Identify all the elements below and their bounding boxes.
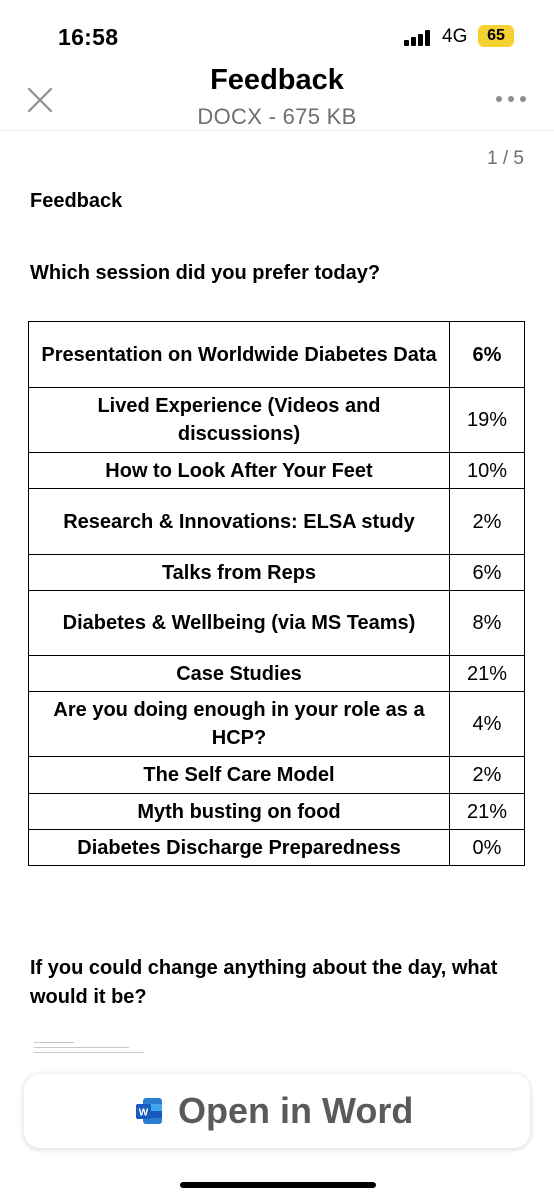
table-row: How to Look After Your Feet 10% bbox=[28, 452, 525, 489]
session-percent: 19% bbox=[449, 387, 525, 453]
session-name: Talks from Reps bbox=[28, 554, 450, 591]
session-percent: 21% bbox=[449, 655, 525, 692]
question-1: Which session did you prefer today? bbox=[30, 262, 381, 284]
session-percent: 6% bbox=[449, 554, 525, 591]
more-dot-icon bbox=[496, 96, 502, 102]
more-options-button[interactable] bbox=[494, 94, 528, 104]
table-row: Are you doing enough in your role as a H… bbox=[28, 691, 525, 757]
session-name: How to Look After Your Feet bbox=[28, 452, 450, 489]
session-name: Presentation on Worldwide Diabetes Data bbox=[28, 321, 450, 388]
table-row: Myth busting on food 21% bbox=[28, 793, 525, 830]
table-row: Diabetes Discharge Preparedness 0% bbox=[28, 829, 525, 866]
question-2: If you could change anything about the d… bbox=[30, 957, 498, 1008]
table-row: Lived Experience (Videos and discussions… bbox=[28, 387, 525, 453]
unreadable-text-preview bbox=[34, 1042, 154, 1057]
table-row: Case Studies 21% bbox=[28, 655, 525, 692]
word-icon: W bbox=[136, 1098, 162, 1124]
document-heading: Feedback bbox=[30, 190, 123, 212]
session-name: Myth busting on food bbox=[28, 793, 450, 830]
page-indicator: 1 / 5 bbox=[487, 148, 524, 169]
session-name: Diabetes & Wellbeing (via MS Teams) bbox=[28, 590, 450, 656]
session-percent: 6% bbox=[449, 321, 525, 388]
network-type: 4G bbox=[442, 26, 468, 47]
session-name: Lived Experience (Videos and discussions… bbox=[28, 387, 450, 453]
more-dot-icon bbox=[520, 96, 526, 102]
table-row: Talks from Reps 6% bbox=[28, 554, 525, 591]
session-name: Research & Innovations: ELSA study bbox=[28, 488, 450, 555]
more-dot-icon bbox=[508, 96, 514, 102]
open-in-word-label: Open in Word bbox=[178, 1090, 414, 1131]
session-percent: 2% bbox=[449, 488, 525, 555]
table-row: Diabetes & Wellbeing (via MS Teams) 8% bbox=[28, 590, 525, 656]
session-percent: 2% bbox=[449, 756, 525, 794]
table-row: Presentation on Worldwide Diabetes Data … bbox=[28, 321, 525, 388]
signal-strength-icon bbox=[404, 30, 434, 46]
file-title: Feedback bbox=[210, 64, 344, 96]
session-name: Diabetes Discharge Preparedness bbox=[28, 829, 450, 866]
session-percent: 8% bbox=[449, 590, 525, 656]
session-name: The Self Care Model bbox=[28, 756, 450, 794]
session-percent: 10% bbox=[449, 452, 525, 489]
session-name: Case Studies bbox=[28, 655, 450, 692]
viewer-header: Feedback DOCX - 675 KB bbox=[0, 60, 554, 132]
battery-icon: 65 bbox=[478, 25, 514, 47]
session-percent: 4% bbox=[449, 691, 525, 757]
status-time: 16:58 bbox=[58, 24, 119, 50]
session-name: Are you doing enough in your role as a H… bbox=[28, 691, 450, 757]
svg-text:W: W bbox=[139, 1108, 149, 1119]
open-in-word-button[interactable]: W Open in Word bbox=[24, 1074, 530, 1148]
session-percent: 21% bbox=[449, 793, 525, 830]
header-divider bbox=[0, 130, 554, 131]
session-preference-table: Presentation on Worldwide Diabetes Data … bbox=[28, 321, 525, 866]
table-row: Research & Innovations: ELSA study 2% bbox=[28, 488, 525, 555]
table-row: The Self Care Model 2% bbox=[28, 756, 525, 794]
file-info: DOCX - 675 KB bbox=[197, 104, 357, 129]
session-percent: 0% bbox=[449, 829, 525, 866]
home-indicator[interactable] bbox=[180, 1182, 376, 1188]
